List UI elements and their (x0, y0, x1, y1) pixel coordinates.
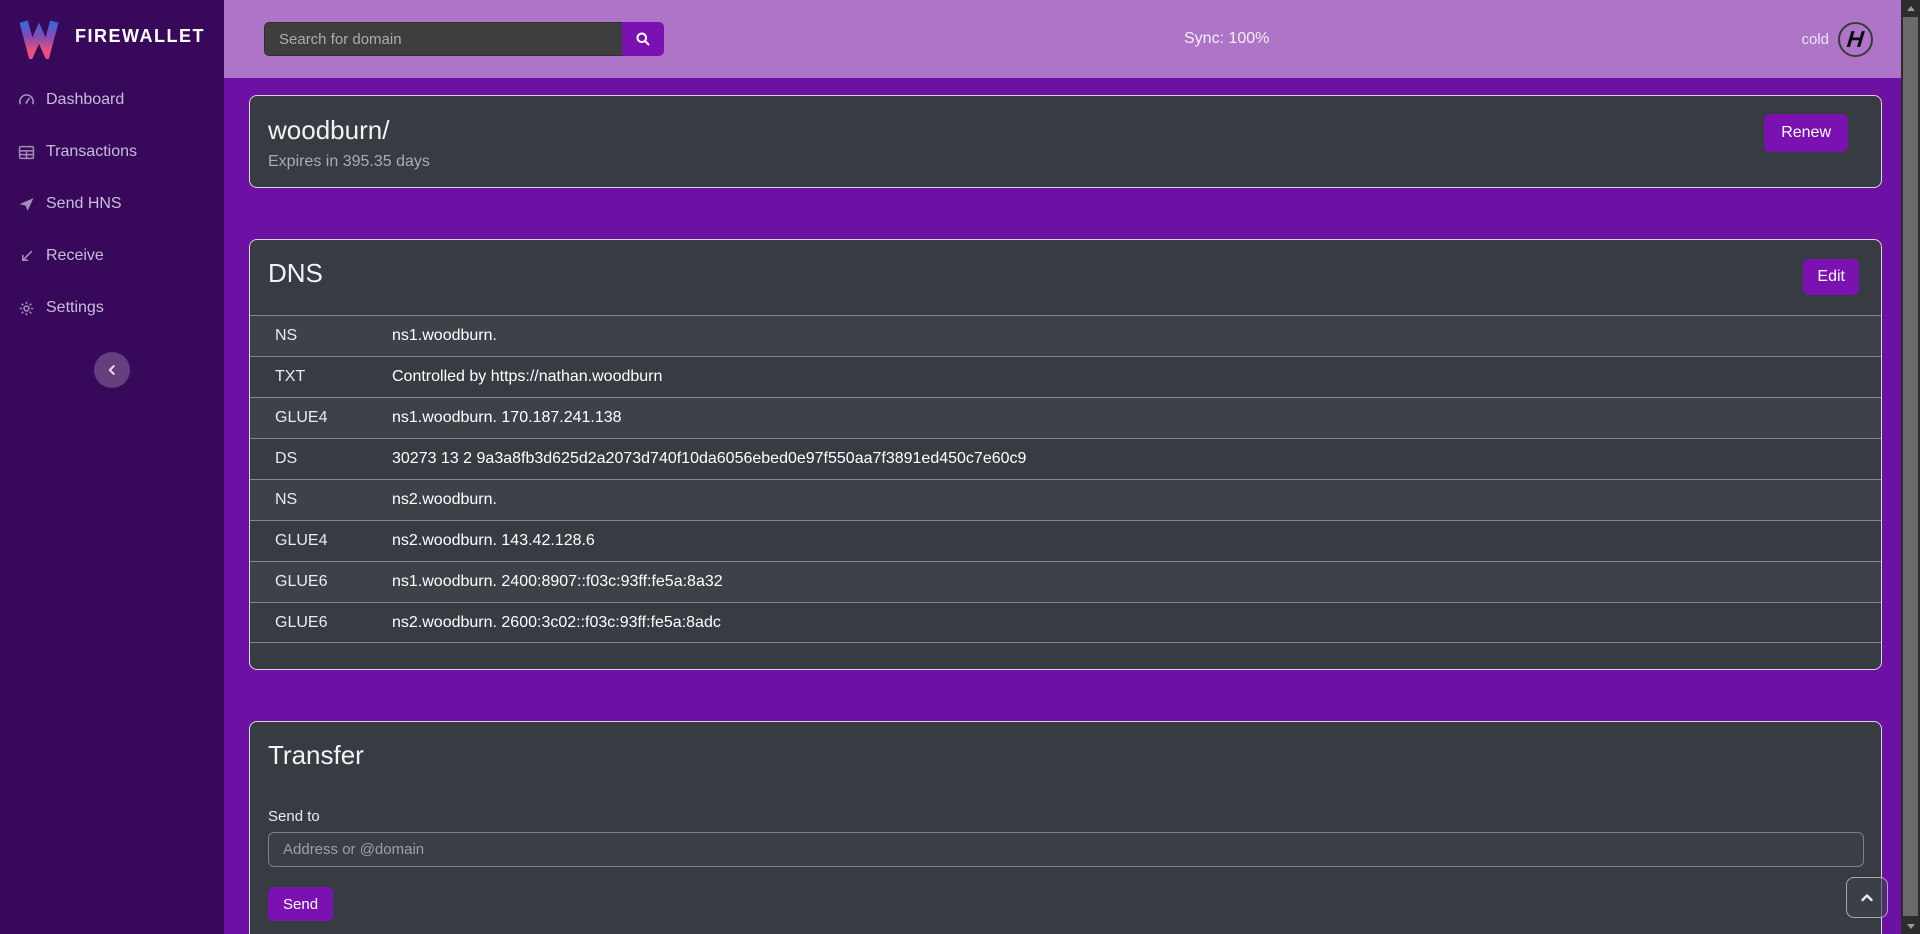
firewallet-w-logo-icon (16, 13, 62, 59)
dns-record-value: ns2.woodburn. 2600:3c02::f03c:93ff:fe5a:… (392, 614, 721, 632)
sidebar-item-label: Send HNS (46, 195, 122, 213)
scrollbar-up-button[interactable] (1901, 0, 1920, 16)
sidebar-item-label: Settings (46, 299, 104, 317)
dns-record-value: Controlled by https://nathan.woodburn (392, 368, 662, 386)
chevron-left-icon (105, 363, 119, 377)
scroll-to-top-button[interactable] (1846, 877, 1888, 918)
renew-button[interactable]: Renew (1764, 114, 1848, 152)
sidebar-item-receive[interactable]: Receive (0, 230, 224, 282)
dns-record-type: NS (250, 327, 392, 345)
dns-record-value: ns2.woodburn. (392, 491, 497, 509)
scrollbar-thumb[interactable] (1903, 17, 1918, 916)
send-button[interactable]: Send (268, 887, 333, 921)
dns-record-type: GLUE6 (250, 573, 392, 591)
sidebar-item-label: Dashboard (46, 91, 124, 109)
dns-record-type: NS (250, 491, 392, 509)
transfer-card: Transfer Send to Send (249, 721, 1882, 934)
send-to-label: Send to (268, 808, 1863, 825)
sidebar-item-transactions[interactable]: Transactions (0, 126, 224, 178)
brand-name: FIREWALLET (75, 26, 205, 47)
receive-icon (17, 247, 35, 265)
dns-record-row: NS ns1.woodburn. (250, 315, 1881, 356)
main-content: woodburn/ Expires in 395.35 days Renew D… (224, 78, 1901, 934)
dns-record-row: GLUE4 ns1.woodburn. 170.187.241.138 (250, 397, 1881, 438)
domain-expiry: Expires in 395.35 days (268, 153, 1863, 171)
sync-status: Sync: 100% (1184, 0, 1269, 78)
speedometer-icon (17, 91, 35, 109)
chevron-up-icon (1859, 890, 1875, 906)
dns-record-value: ns2.woodburn. 143.42.128.6 (392, 532, 595, 550)
domain-search (264, 22, 664, 56)
topbar: Sync: 100% cold H (224, 0, 1901, 78)
send-icon (17, 195, 35, 213)
dns-title: DNS (268, 258, 1881, 289)
dns-record-row: NS ns2.woodburn. (250, 479, 1881, 520)
wallet-selector[interactable]: cold H (1801, 0, 1873, 78)
dns-record-row: DS 30273 13 2 9a3a8fb3d625d2a2073d740f10… (250, 438, 1881, 479)
handshake-logo-icon: H (1838, 22, 1873, 57)
dns-record-value: ns1.woodburn. (392, 327, 497, 345)
scrollbar[interactable] (1901, 0, 1920, 934)
transfer-address-input[interactable] (268, 832, 1864, 867)
triangle-down-icon (1907, 924, 1915, 929)
wallet-name: cold (1801, 31, 1829, 48)
search-button[interactable] (622, 22, 664, 56)
sidebar: FIREWALLET Dashboard Transactions Send H… (0, 0, 224, 934)
triangle-up-icon (1907, 6, 1915, 11)
firewallet-app: FIREWALLET Dashboard Transactions Send H… (0, 0, 1920, 934)
domain-card: woodburn/ Expires in 395.35 days Renew (249, 95, 1882, 188)
dns-record-value: ns1.woodburn. 170.187.241.138 (392, 409, 622, 427)
dns-record-row: GLUE4 ns2.woodburn. 143.42.128.6 (250, 520, 1881, 561)
gear-icon (17, 299, 35, 317)
sidebar-nav: Dashboard Transactions Send HNS Receive (0, 74, 224, 334)
dns-record-type: GLUE4 (250, 532, 392, 550)
dns-record-type: GLUE4 (250, 409, 392, 427)
sidebar-item-label: Transactions (46, 143, 137, 161)
sidebar-collapse-button[interactable] (94, 352, 130, 388)
dns-card: DNS Edit NS ns1.woodburn. TXT Controlled… (249, 239, 1882, 670)
sidebar-item-send-hns[interactable]: Send HNS (0, 178, 224, 230)
dns-record-row: GLUE6 ns1.woodburn. 2400:8907::f03c:93ff… (250, 561, 1881, 602)
dns-record-value: ns1.woodburn. 2400:8907::f03c:93ff:fe5a:… (392, 573, 723, 591)
dns-record-type: TXT (250, 368, 392, 386)
dns-record-type: GLUE6 (250, 614, 392, 632)
transfer-title: Transfer (268, 740, 1863, 771)
domain-title: woodburn/ (268, 115, 1863, 146)
sidebar-item-dashboard[interactable]: Dashboard (0, 74, 224, 126)
search-icon (635, 31, 651, 47)
sidebar-item-settings[interactable]: Settings (0, 282, 224, 334)
search-input[interactable] (264, 22, 622, 56)
scrollbar-down-button[interactable] (1901, 918, 1920, 934)
dns-records-table: NS ns1.woodburn. TXT Controlled by https… (250, 315, 1881, 643)
dns-record-row: TXT Controlled by https://nathan.woodbur… (250, 356, 1881, 397)
table-icon (17, 143, 35, 161)
sidebar-item-label: Receive (46, 247, 104, 265)
edit-dns-button[interactable]: Edit (1803, 259, 1859, 295)
dns-record-row: GLUE6 ns2.woodburn. 2600:3c02::f03c:93ff… (250, 602, 1881, 643)
dns-record-type: DS (250, 450, 392, 468)
dns-record-value: 30273 13 2 9a3a8fb3d625d2a2073d740f10da6… (392, 450, 1026, 468)
brand[interactable]: FIREWALLET (0, 0, 224, 72)
